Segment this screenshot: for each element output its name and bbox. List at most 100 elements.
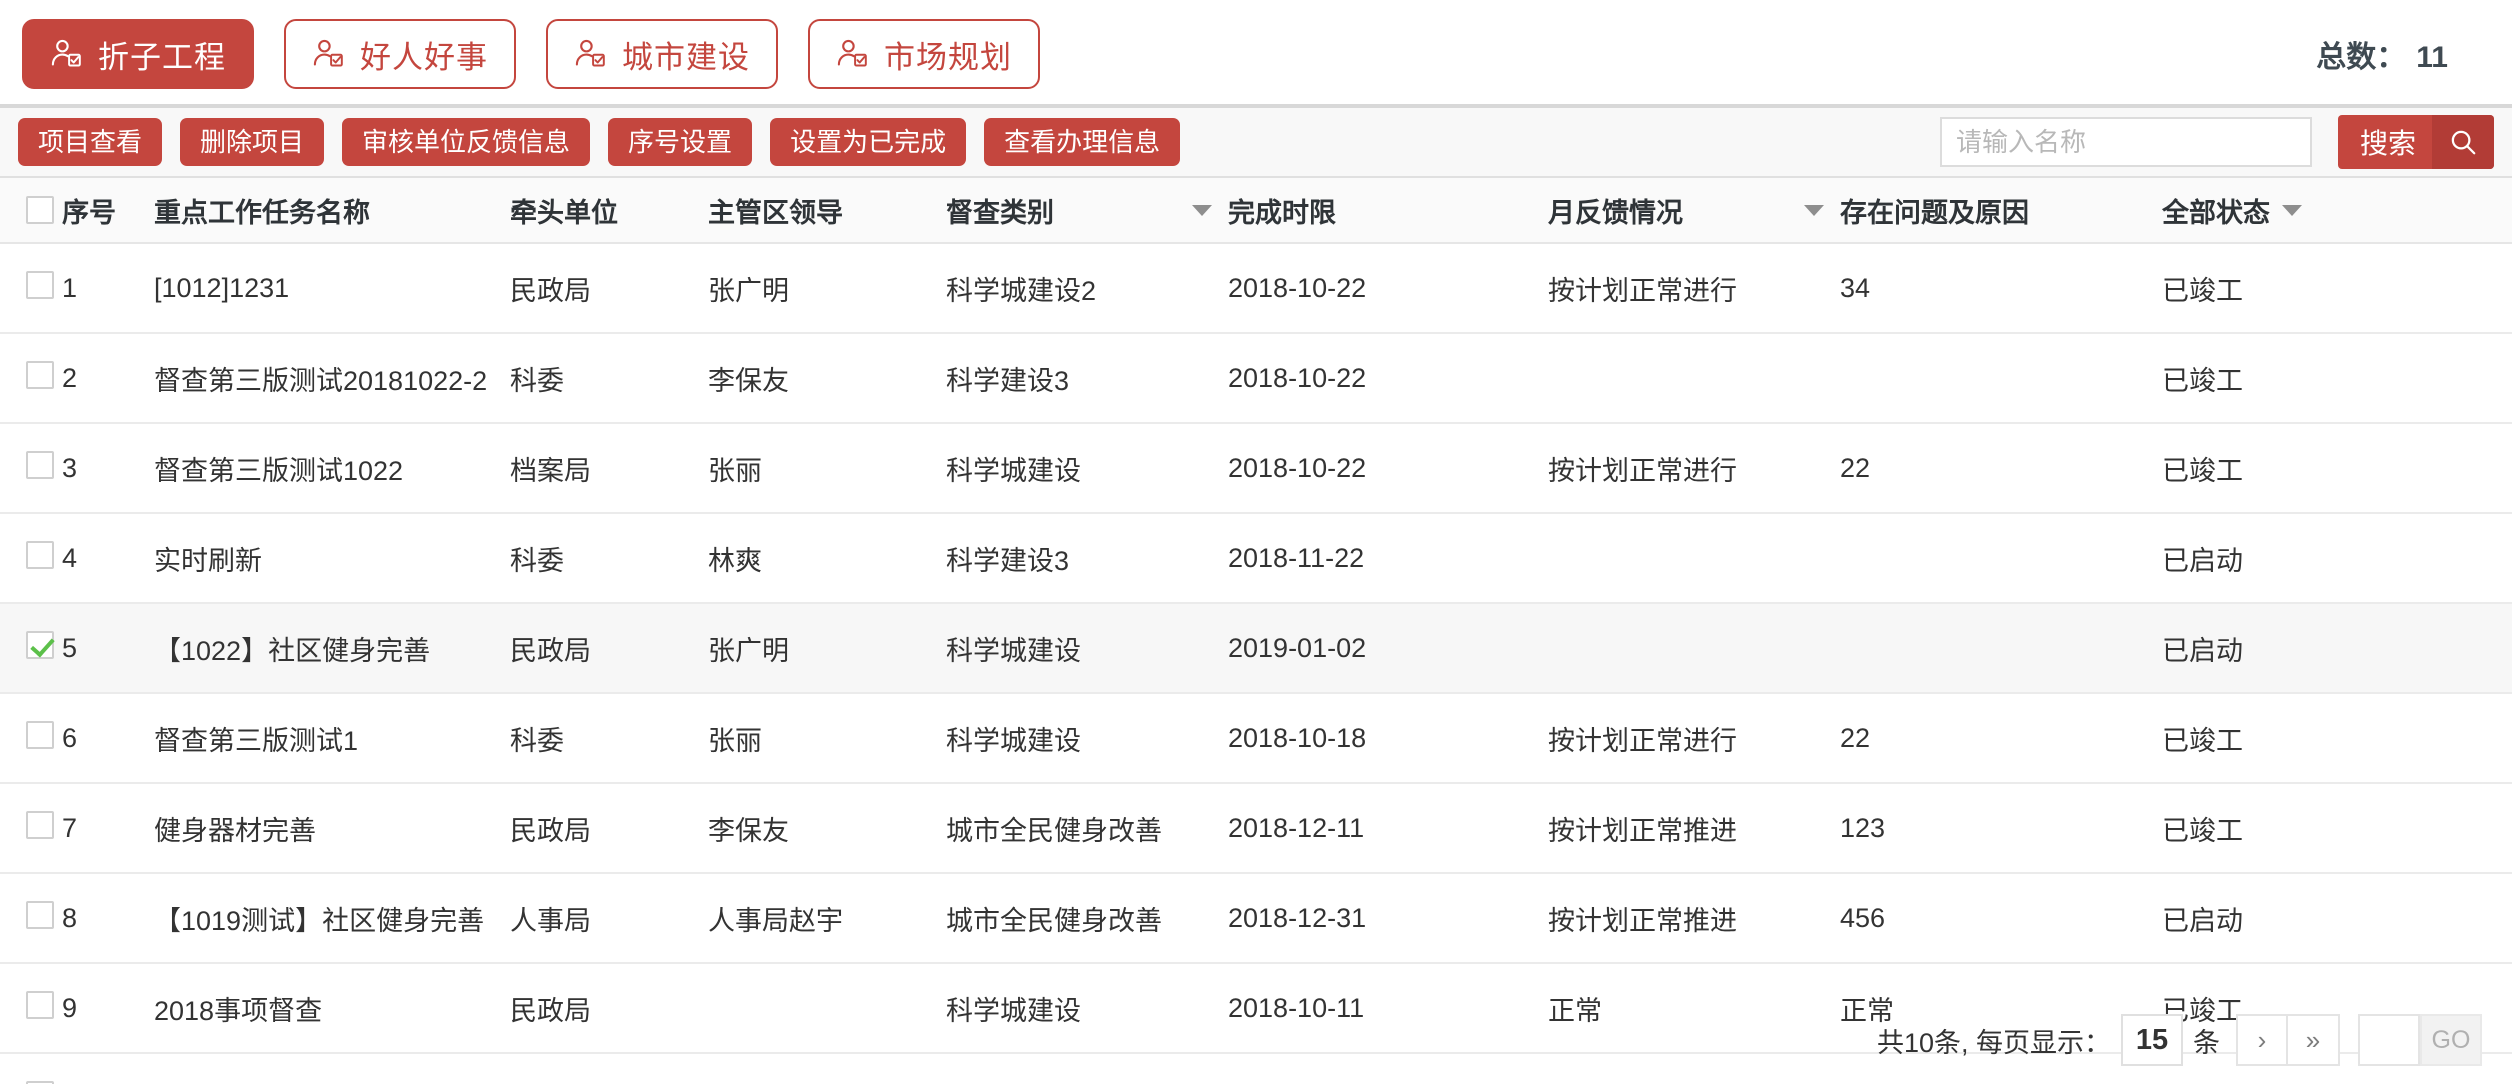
cell-due: 2018-10-22 bbox=[1228, 363, 1548, 394]
cell-leader: 张广明 bbox=[708, 1079, 946, 1084]
cell-status: 已竣工 bbox=[2162, 719, 2392, 758]
cell-status: 已竣工 bbox=[2162, 449, 2392, 488]
row-checkbox[interactable] bbox=[26, 1081, 54, 1084]
cell-status: 已启动 bbox=[2162, 539, 2392, 578]
cell-name: 【1019测试】社区健身完善 bbox=[154, 899, 510, 938]
table-header-row: 序号重点工作任务名称牵头单位主管区领导督查类别完成时限月反馈情况存在问题及原因全… bbox=[0, 176, 2512, 244]
cell-leader: 张丽 bbox=[708, 449, 946, 488]
cell-leader: 张广明 bbox=[708, 269, 946, 308]
cell-unit: 档案局 bbox=[510, 449, 708, 488]
tab-label: 市场规划 bbox=[884, 32, 1012, 77]
tab-3[interactable]: 市场规划 bbox=[808, 19, 1040, 89]
table-row[interactable]: 6督查第三版测试1科委张丽科学城建设2018-10-18按计划正常进行22已竣工 bbox=[0, 694, 2512, 784]
chevron-down-icon[interactable] bbox=[1804, 205, 1824, 216]
toolbar-button-4[interactable]: 设置为已完成 bbox=[770, 118, 966, 166]
pagination-nav: › » bbox=[2236, 1014, 2340, 1066]
column-header-category[interactable]: 督查类别 bbox=[946, 191, 1228, 230]
cell-status: 已竣工 bbox=[2162, 809, 2392, 848]
page-root: 折子工程好人好事城市建设市场规划 总数：11 项目查看删除项目审核单位反馈信息序… bbox=[0, 0, 2512, 1084]
table-body: 1[1012]1231民政局张广明科学城建设22018-10-22按计划正常进行… bbox=[0, 244, 2512, 1084]
tab-label: 好人好事 bbox=[360, 32, 488, 77]
page-jump-input[interactable] bbox=[2358, 1014, 2420, 1066]
cell-unit: 民政局 bbox=[510, 269, 708, 308]
table-row[interactable]: 2督查第三版测试20181022-2科委李保友科学建设32018-10-22已竣… bbox=[0, 334, 2512, 424]
column-header-label: 月反馈情况 bbox=[1548, 191, 1683, 230]
cell-status: 已竣工 bbox=[2162, 1079, 2392, 1084]
column-header-label: 存在问题及原因 bbox=[1840, 191, 2029, 230]
row-checkbox[interactable] bbox=[26, 451, 54, 479]
chevron-down-icon[interactable] bbox=[2282, 205, 2302, 216]
column-header-status[interactable]: 全部状态 bbox=[2162, 191, 2392, 230]
cell-due: 2019-01-02 bbox=[1228, 633, 1548, 664]
row-checkbox-cell bbox=[0, 991, 62, 1026]
row-checkbox[interactable] bbox=[26, 901, 54, 929]
toolbar-button-2[interactable]: 审核单位反馈信息 bbox=[342, 118, 590, 166]
page-size-unit: 条 bbox=[2193, 1021, 2220, 1060]
pagination-summary: 共10条, 每页显示： bbox=[1877, 1021, 2111, 1060]
row-checkbox-cell bbox=[0, 271, 62, 306]
table-row[interactable]: 7健身器材完善民政局李保友城市全民健身改善2018-12-11按计划正常推进12… bbox=[0, 784, 2512, 874]
search-input[interactable] bbox=[1940, 117, 2312, 167]
page-size-select[interactable]: 15 bbox=[2121, 1014, 2183, 1066]
column-header-problem: 存在问题及原因 bbox=[1840, 191, 2162, 230]
row-checkbox[interactable] bbox=[26, 991, 54, 1019]
select-all-checkbox[interactable] bbox=[26, 196, 54, 224]
row-checkbox[interactable] bbox=[26, 271, 54, 299]
cell-index: 4 bbox=[62, 543, 154, 574]
chevron-down-icon[interactable] bbox=[1192, 205, 1212, 216]
cell-name: [1012]1231 bbox=[154, 273, 510, 304]
row-checkbox[interactable] bbox=[26, 631, 54, 659]
cell-problem: 123 bbox=[1840, 813, 2162, 844]
cell-index: 2 bbox=[62, 363, 154, 394]
tab-label: 折子工程 bbox=[98, 32, 226, 77]
toolbar-button-0[interactable]: 项目查看 bbox=[18, 118, 162, 166]
cell-leader: 张广明 bbox=[708, 629, 946, 668]
cell-category: 城市全民健身改善 bbox=[946, 809, 1228, 848]
row-checkbox-cell bbox=[0, 1081, 62, 1084]
table-row[interactable]: 4实时刷新科委林爽科学建设32018-11-22已启动 bbox=[0, 514, 2512, 604]
table-row[interactable]: 8【1019测试】社区健身完善人事局人事局赵宇城市全民健身改善2018-12-3… bbox=[0, 874, 2512, 964]
user-check-icon bbox=[50, 37, 84, 71]
cell-leader: 李保友 bbox=[708, 809, 946, 848]
search-button-label: 搜索 bbox=[2338, 122, 2432, 162]
toolbar-button-3[interactable]: 序号设置 bbox=[608, 118, 752, 166]
row-checkbox[interactable] bbox=[26, 721, 54, 749]
toolbar-button-5[interactable]: 查看办理信息 bbox=[984, 118, 1180, 166]
column-header-label: 全部状态 bbox=[2162, 191, 2270, 230]
table-row[interactable]: 1[1012]1231民政局张广明科学城建设22018-10-22按计划正常进行… bbox=[0, 244, 2512, 334]
last-page-button[interactable]: » bbox=[2288, 1014, 2340, 1066]
go-button[interactable]: GO bbox=[2420, 1014, 2482, 1066]
cell-feedback: 按计划正常推进 bbox=[1548, 809, 1840, 848]
next-page-button[interactable]: › bbox=[2236, 1014, 2288, 1066]
column-header-label: 牵头单位 bbox=[510, 191, 618, 230]
cell-leader: 李保友 bbox=[708, 359, 946, 398]
row-checkbox[interactable] bbox=[26, 361, 54, 389]
cell-name: 督查第三版测试20181022-2 bbox=[154, 359, 510, 398]
pagination: 共10条, 每页显示： 15 条 › » GO bbox=[1877, 1014, 2482, 1066]
cell-name: 实时刷新 bbox=[154, 539, 510, 578]
cell-index: 3 bbox=[62, 453, 154, 484]
row-checkbox-cell bbox=[0, 541, 62, 576]
action-toolbar: 项目查看删除项目审核单位反馈信息序号设置设置为已完成查看办理信息 搜索 bbox=[0, 108, 2512, 176]
tab-label: 城市建设 bbox=[622, 32, 750, 77]
cell-index: 1 bbox=[62, 273, 154, 304]
cell-leader: 张丽 bbox=[708, 719, 946, 758]
table-row[interactable]: 5【1022】社区健身完善民政局张广明科学城建设2019-01-02已启动 bbox=[0, 604, 2512, 694]
cell-due: 2018-10-11 bbox=[1228, 993, 1548, 1024]
cell-unit: 科委 bbox=[510, 539, 708, 578]
search-button[interactable]: 搜索 bbox=[2338, 115, 2494, 169]
toolbar-button-1[interactable]: 删除项目 bbox=[180, 118, 324, 166]
tab-0[interactable]: 折子工程 bbox=[22, 19, 254, 89]
table-row[interactable]: 3督查第三版测试1022档案局张丽科学城建设2018-10-22按计划正常进行2… bbox=[0, 424, 2512, 514]
row-checkbox-cell bbox=[0, 721, 62, 756]
column-header-checkbox bbox=[0, 196, 62, 224]
row-checkbox[interactable] bbox=[26, 541, 54, 569]
cell-problem: 22 bbox=[1840, 723, 2162, 754]
cell-index: 6 bbox=[62, 723, 154, 754]
column-header-feedback[interactable]: 月反馈情况 bbox=[1548, 191, 1840, 230]
cell-feedback: 正常 bbox=[1548, 989, 1840, 1028]
tab-1[interactable]: 好人好事 bbox=[284, 19, 516, 89]
row-checkbox[interactable] bbox=[26, 811, 54, 839]
tabs-container: 折子工程 好人好事 城市建设 市场规划 bbox=[22, 19, 1070, 89]
tab-2[interactable]: 城市建设 bbox=[546, 19, 778, 89]
